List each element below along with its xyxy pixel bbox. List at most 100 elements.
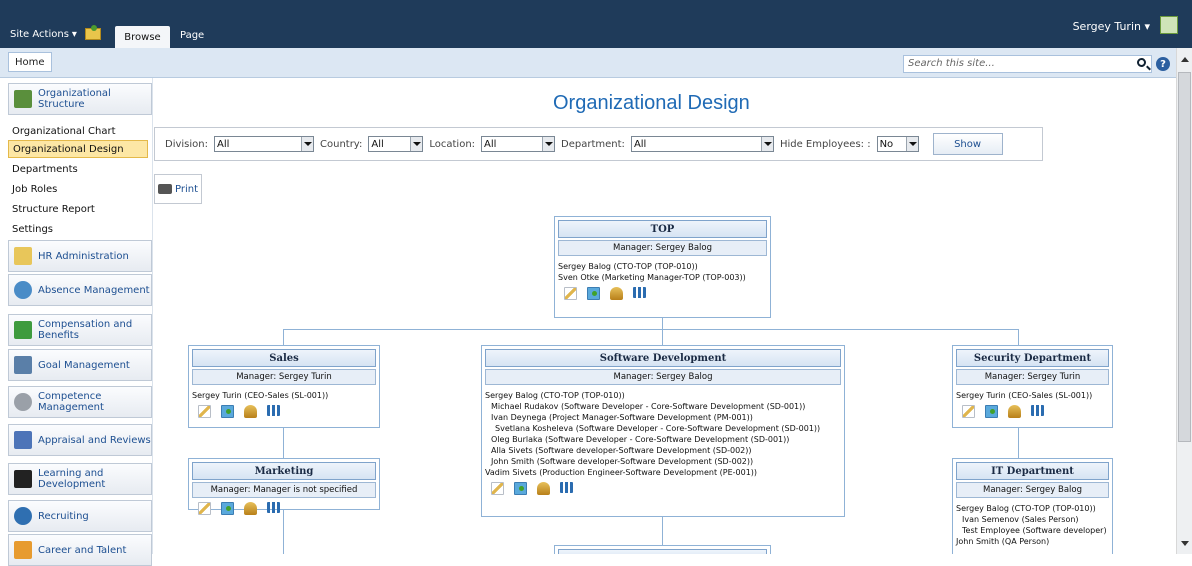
sidebar-category-organizational-structure[interactable]: Organizational Structure xyxy=(8,83,152,115)
print-button[interactable]: Print xyxy=(154,174,202,204)
sidebar-link-structure-report[interactable]: Structure Report xyxy=(8,200,148,218)
sidebar-link-settings[interactable]: Settings xyxy=(8,220,148,238)
chevron-down-icon xyxy=(410,137,423,151)
main-content: Organizational Design Division: All Coun… xyxy=(153,78,1176,554)
sidebar-category-label: Recruiting xyxy=(38,510,89,522)
employee-entry: Michael Rudakov (Software Developer - Co… xyxy=(491,402,806,411)
search-icon[interactable] xyxy=(1137,58,1146,67)
add-department-icon[interactable] xyxy=(514,482,527,495)
sidebar-category-recruiting[interactable]: Recruiting xyxy=(8,500,152,532)
org-chart-icon[interactable] xyxy=(1031,405,1044,416)
sidebar-link-departments[interactable]: Departments xyxy=(8,160,148,178)
org-node-manager: Manager: Sergey Turin xyxy=(192,369,376,385)
employee-entry: Sergey Balog (CTO-TOP (TOP-010)) xyxy=(558,262,698,271)
org-connector xyxy=(283,428,284,458)
org-node-child[interactable] xyxy=(554,545,771,554)
edit-icon[interactable] xyxy=(198,405,211,418)
org-node-it-department[interactable]: IT Department Manager: Sergey Balog Serg… xyxy=(952,458,1113,554)
org-node-employees: Sergey Balog (CTO-TOP (TOP-010)) Sven Ot… xyxy=(558,261,767,283)
org-node-marketing[interactable]: Marketing Manager: Manager is not specif… xyxy=(188,458,380,515)
hide-employees-select[interactable]: No xyxy=(876,136,919,152)
add-department-icon[interactable] xyxy=(587,287,600,300)
sidebar-category-label: HR Administration xyxy=(38,250,129,262)
scroll-up-arrow-icon[interactable] xyxy=(1179,54,1190,65)
employee-entry: John Smith (Software developer-Software … xyxy=(491,457,754,466)
employee-entry: Sven Otke (Marketing Manager-TOP (TOP-00… xyxy=(558,273,746,282)
edit-icon[interactable] xyxy=(198,502,211,515)
org-node-software-development[interactable]: Software Development Manager: Sergey Bal… xyxy=(481,345,845,517)
search-input[interactable]: Search this site... xyxy=(903,55,1152,73)
org-node-manager: Manager: Sergey Balog xyxy=(558,240,767,256)
hide-employees-value: No xyxy=(879,138,894,150)
tab-browse[interactable]: Browse xyxy=(115,26,170,48)
graduation-cap-icon xyxy=(14,470,32,488)
org-connector xyxy=(283,510,284,554)
filter-bar: Division: All Country: All Location: All… xyxy=(154,127,1043,161)
org-node-manager: Manager: Sergey Turin xyxy=(956,369,1109,385)
scroll-down-arrow-icon[interactable] xyxy=(1179,538,1190,549)
edit-icon[interactable] xyxy=(962,405,975,418)
home-tab[interactable]: Home xyxy=(8,52,52,72)
sidebar-link-job-roles[interactable]: Job Roles xyxy=(8,180,148,198)
sidebar-category-label: Goal Management xyxy=(38,359,130,371)
assign-manager-icon[interactable] xyxy=(610,287,623,300)
org-node-manager: Manager: Manager is not specified xyxy=(192,482,376,498)
country-select[interactable]: All xyxy=(368,136,424,152)
org-connector xyxy=(662,329,663,345)
org-node-top[interactable]: TOP Manager: Sergey Balog Sergey Balog (… xyxy=(554,216,771,318)
sidebar-link-organizational-chart[interactable]: Organizational Chart xyxy=(8,122,148,140)
chevron-down-icon xyxy=(905,137,918,151)
org-node-security-department[interactable]: Security Department Manager: Sergey Turi… xyxy=(952,345,1113,428)
org-chart-icon[interactable] xyxy=(267,405,280,416)
employee-entry: Sergey Balog (CTO-TOP (TOP-010)) xyxy=(485,391,625,400)
sidebar-category-absence-management[interactable]: Absence Management xyxy=(8,274,152,306)
navigate-up-icon[interactable] xyxy=(84,25,101,40)
assign-manager-icon[interactable] xyxy=(244,405,257,418)
show-button[interactable]: Show xyxy=(932,133,1003,155)
sidebar-category-compensation-and-benefits[interactable]: Compensation and Benefits xyxy=(8,314,152,346)
sidebar-category-hr-administration[interactable]: HR Administration xyxy=(8,240,152,272)
sidebar-category-competence-management[interactable]: Competence Management xyxy=(8,386,152,418)
sidebar-category-learning-and-development[interactable]: Learning and Development xyxy=(8,463,152,495)
add-department-icon[interactable] xyxy=(221,502,234,515)
user-menu[interactable]: Sergey Turin ▾ xyxy=(1073,20,1150,33)
help-icon[interactable]: ? xyxy=(1156,57,1170,71)
department-value: All xyxy=(633,138,647,150)
assign-manager-icon[interactable] xyxy=(537,482,550,495)
org-node-title xyxy=(558,549,767,554)
add-department-icon[interactable] xyxy=(985,405,998,418)
org-chart-icon[interactable] xyxy=(560,482,573,493)
vertical-scrollbar[interactable] xyxy=(1176,48,1192,554)
location-value: All xyxy=(484,138,497,150)
add-department-icon[interactable] xyxy=(221,405,234,418)
print-label: Print xyxy=(175,183,199,195)
org-node-employees: Sergey Balog (CTO-TOP (TOP-010)) Ivan Se… xyxy=(956,503,1109,547)
sidebar-category-label: Learning and Development xyxy=(38,468,106,490)
edit-icon[interactable] xyxy=(564,287,577,300)
org-structure-icon xyxy=(14,90,32,108)
site-actions-menu[interactable]: Site Actions ▾ xyxy=(10,29,77,40)
tab-page[interactable]: Page xyxy=(180,30,204,41)
ribbon-bar: Site Actions ▾ Browse Page Sergey Turin … xyxy=(0,0,1192,48)
sidebar-category-career-and-talent[interactable]: Career and Talent xyxy=(8,534,152,566)
org-node-sales[interactable]: Sales Manager: Sergey Turin Sergey Turin… xyxy=(188,345,380,428)
sidebar-category-goal-management[interactable]: Goal Management xyxy=(8,349,152,381)
chart-icon xyxy=(14,356,32,374)
scrollbar-thumb[interactable] xyxy=(1178,72,1191,442)
printer-icon xyxy=(158,184,172,194)
org-chart-icon[interactable] xyxy=(633,287,646,298)
org-node-actions xyxy=(558,287,767,300)
clock-icon xyxy=(14,281,32,299)
country-label: Country: xyxy=(320,138,363,150)
network-icon[interactable] xyxy=(1160,16,1178,34)
department-select[interactable]: All xyxy=(630,136,774,152)
division-select[interactable]: All xyxy=(214,136,314,152)
assign-manager-icon[interactable] xyxy=(1008,405,1021,418)
org-node-actions xyxy=(192,502,376,515)
assign-manager-icon[interactable] xyxy=(244,502,257,515)
sidebar-link-organizational-design[interactable]: Organizational Design xyxy=(8,140,148,158)
sidebar-category-appraisal-and-reviews[interactable]: Appraisal and Reviews xyxy=(8,424,152,456)
location-select[interactable]: All xyxy=(481,136,556,152)
edit-icon[interactable] xyxy=(491,482,504,495)
org-chart-icon[interactable] xyxy=(267,502,280,513)
